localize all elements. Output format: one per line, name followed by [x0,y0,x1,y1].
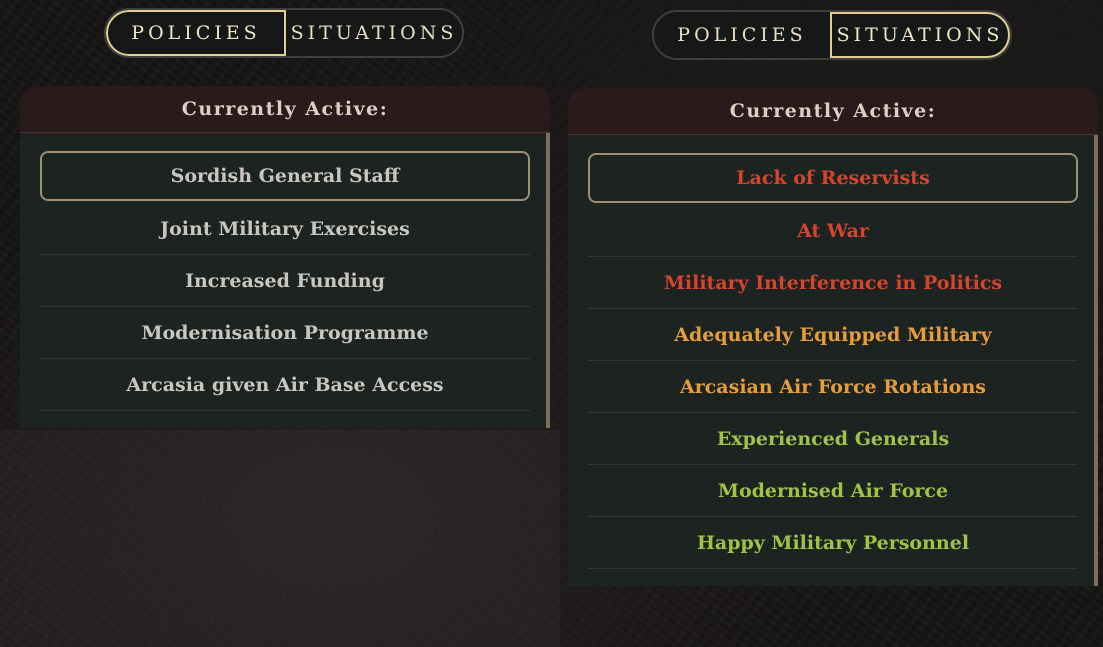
list-item[interactable]: Arcasian Air Force Rotations [588,361,1078,413]
list-item[interactable]: Happy Military Personnel [588,517,1078,569]
list-item[interactable]: At War [588,205,1078,257]
active-list: Lack of Reservists At War Military Inter… [568,135,1098,569]
scrollbar[interactable] [1094,135,1098,586]
active-situations-panel: Currently Active: Lack of Reservists At … [568,88,1098,586]
list-item[interactable]: Joint Military Exercises [40,203,530,255]
tab-situations[interactable]: SITUATIONS [830,12,1010,58]
scrollbar[interactable] [546,133,550,428]
list-item[interactable]: Modernised Air Force [588,465,1078,517]
list-item[interactable]: Experienced Generals [588,413,1078,465]
policies-panel-view: POLICIES SITUATIONS Currently Active: So… [20,8,550,428]
list-item[interactable]: Military Interference in Politics [588,257,1078,309]
background-shade [0,430,560,647]
panel-header: Currently Active: [568,88,1098,135]
tab-policies[interactable]: POLICIES [654,12,830,58]
list-item[interactable]: Lack of Reservists [588,153,1078,203]
tab-situations[interactable]: SITUATIONS [286,10,462,56]
list-item[interactable]: Arcasia given Air Base Access [40,359,530,411]
active-policies-panel: Currently Active: Sordish General Staff … [20,86,550,428]
tab-toggle: POLICIES SITUATIONS [652,10,1012,60]
situations-panel-view: POLICIES SITUATIONS Currently Active: La… [568,10,1098,586]
list-item[interactable]: Sordish General Staff [40,151,530,201]
tab-toggle: POLICIES SITUATIONS [104,8,464,58]
list-item[interactable]: Modernisation Programme [40,307,530,359]
tab-policies[interactable]: POLICIES [106,10,286,56]
list-item[interactable]: Increased Funding [40,255,530,307]
panel-header: Currently Active: [20,86,550,133]
active-list: Sordish General Staff Joint Military Exe… [20,133,550,411]
list-item[interactable]: Adequately Equipped Military [588,309,1078,361]
